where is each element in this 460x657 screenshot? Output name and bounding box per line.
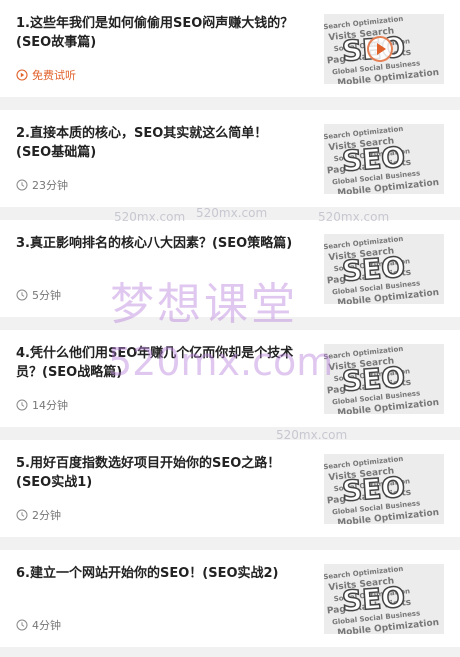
clock-icon <box>16 619 28 631</box>
meta-text: 免费试听 <box>32 69 76 82</box>
play-icon[interactable] <box>367 36 393 62</box>
lesson-title: 5.用好百度指数选好项目开始你的SEO之路！(SEO实战1) <box>16 456 281 490</box>
svg-text:SEO: SEO <box>341 141 406 178</box>
lesson-item[interactable]: 2.直接本质的核心，SEO其实就这么简单！(SEO基础篇) 23分钟 Search … <box>0 110 460 207</box>
svg-text:SEO: SEO <box>341 251 406 288</box>
clock-icon <box>16 509 28 521</box>
clock-icon <box>16 289 28 301</box>
svg-text:SEO: SEO <box>341 471 406 508</box>
meta-text: 5分钟 <box>32 289 61 302</box>
lesson-item[interactable]: 6.建立一个网站开始你的SEO！(SEO实战2) 4分钟 Search Optimi… <box>0 550 460 647</box>
lesson-thumbnail[interactable]: Search OptimizationVisits SearchSocial O… <box>324 14 444 84</box>
lesson-item[interactable]: 4.凭什么他们用SEO年赚几个亿而你却是个技术员？(SEO战略篇) 14分钟 Sea… <box>0 330 460 427</box>
meta-text: 2分钟 <box>32 509 61 522</box>
lesson-title: 3.真正影响排名的核心八大因素？(SEO策略篇) <box>16 236 293 251</box>
meta-text: 23分钟 <box>32 179 68 192</box>
svg-text:SEO: SEO <box>341 361 406 398</box>
duration-label: 5分钟 <box>16 287 61 303</box>
lesson-title: 1.这些年我们是如何偷偷用SEO闷声赚大钱的？(SEO故事篇) <box>16 16 294 50</box>
lesson-item[interactable]: 1.这些年我们是如何偷偷用SEO闷声赚大钱的？(SEO故事篇) 免费试听 Searc… <box>0 0 460 97</box>
lesson-item[interactable]: 5.用好百度指数选好项目开始你的SEO之路！(SEO实战1) 2分钟 Search … <box>0 440 460 537</box>
clock-icon <box>16 179 28 191</box>
clock-icon <box>16 399 28 411</box>
duration-label: 23分钟 <box>16 177 68 193</box>
duration-label: 2分钟 <box>16 507 61 523</box>
lesson-thumbnail[interactable]: Search OptimizationVisits SearchSocial O… <box>324 234 444 304</box>
watermark-small: 520mx.com <box>196 206 268 220</box>
lesson-title: 2.直接本质的核心，SEO其实就这么简单！(SEO基础篇) <box>16 126 268 160</box>
meta-text: 4分钟 <box>32 619 61 632</box>
lesson-thumbnail[interactable]: Search OptimizationVisits SearchSocial O… <box>324 124 444 194</box>
play-circle-icon <box>16 69 28 81</box>
lesson-thumbnail[interactable]: Search OptimizationVisits SearchSocial O… <box>324 454 444 524</box>
lesson-title: 4.凭什么他们用SEO年赚几个亿而你却是个技术员？(SEO战略篇) <box>16 346 294 380</box>
duration-label: 14分钟 <box>16 397 68 413</box>
meta-text: 14分钟 <box>32 399 68 412</box>
lesson-thumbnail[interactable]: Search OptimizationVisits SearchSocial O… <box>324 344 444 414</box>
svg-text:SEO: SEO <box>341 581 406 618</box>
duration-label: 4分钟 <box>16 617 61 633</box>
lesson-title: 6.建立一个网站开始你的SEO！(SEO实战2) <box>16 566 279 581</box>
lesson-thumbnail[interactable]: Search OptimizationVisits SearchSocial O… <box>324 564 444 634</box>
lesson-item[interactable]: 3.真正影响排名的核心八大因素？(SEO策略篇) 5分钟 Search Optimi… <box>0 220 460 317</box>
free-trial-label: 免费试听 <box>16 67 76 83</box>
